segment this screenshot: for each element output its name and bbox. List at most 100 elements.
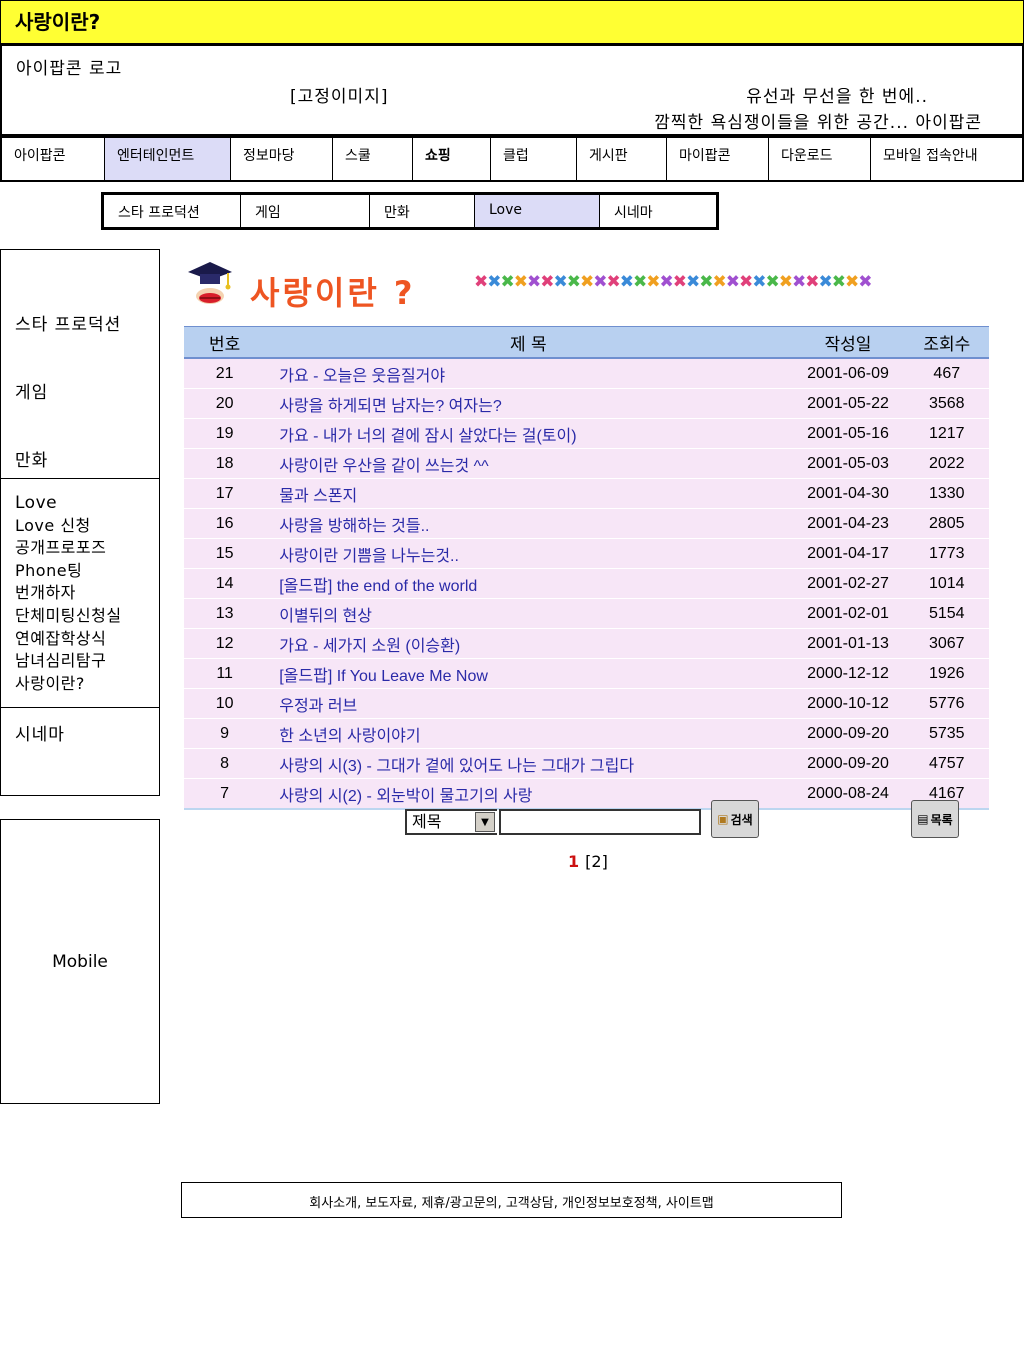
col-header-no: 번호 xyxy=(184,326,266,359)
table-row[interactable]: 19 가요 - 내가 너의 곁에 잠시 살았다는 걸(토이) 2001-05-16 1… xyxy=(184,418,989,449)
row-no: 13 xyxy=(184,598,266,629)
page-link[interactable]: [2] xyxy=(585,852,608,871)
row-no: 20 xyxy=(184,388,266,419)
sidebar-love-item[interactable]: Love xyxy=(1,492,159,515)
dropdown-arrow-icon[interactable]: ▼ xyxy=(475,812,495,832)
row-subject[interactable]: 한 소년의 사랑이야기 xyxy=(265,718,792,749)
sidebar-love-item[interactable]: 단체미팅신청실 xyxy=(1,605,159,628)
nav-entertainment[interactable]: 엔터테인먼트 xyxy=(105,138,231,180)
row-subject[interactable]: 가요 - 오늘은 웃음질거야 xyxy=(265,358,792,389)
sidebar: 스타 프로덕션 게임 만화 Love Love 신청 공개프로포즈 Phone팅… xyxy=(0,249,160,796)
row-date: 2001-04-30 xyxy=(791,478,905,509)
footer-links[interactable]: 회사소개, 보도자료, 제휴/광고문의, 고객상담, 개인정보보호정책, 사이트… xyxy=(181,1182,842,1218)
row-views: 2022 xyxy=(904,448,989,479)
table-row[interactable]: 8 사랑의 시(3) - 그대가 곁에 있어도 나는 그대가 그립다 2000-09… xyxy=(184,748,989,779)
table-row[interactable]: 15 사랑이란 기쁨을 나누는것.. 2001-04-17 1773 xyxy=(184,538,989,569)
row-subject[interactable]: 사랑이란 기쁨을 나누는것.. xyxy=(265,538,792,569)
row-no: 15 xyxy=(184,538,266,569)
row-date: 2001-02-01 xyxy=(791,598,905,629)
row-subject[interactable]: 가요 - 세가지 소원 (이승환) xyxy=(265,628,792,659)
row-subject[interactable]: 사랑의 시(3) - 그대가 곁에 있어도 나는 그대가 그립다 xyxy=(265,748,792,779)
fixed-image-placeholder: [고정이미지] xyxy=(290,87,389,107)
row-views: 2805 xyxy=(904,508,989,539)
sidebar-item-game[interactable]: 게임 xyxy=(15,378,48,403)
row-date: 2001-05-16 xyxy=(791,418,905,449)
row-no: 19 xyxy=(184,418,266,449)
site-logo[interactable]: 아이팝콘 로고 xyxy=(16,54,122,79)
row-views: 1217 xyxy=(904,418,989,449)
row-date: 2000-09-20 xyxy=(791,718,905,749)
decorative-x-border: ✖✖✖✖✖✖✖✖✖✖✖✖✖✖✖✖✖✖✖✖✖✖✖✖✖✖✖✖✖✖ xyxy=(474,272,988,294)
search-button[interactable]: ▣ 검색 xyxy=(711,800,759,838)
col-header-subject: 제 목 xyxy=(265,326,792,359)
search-input[interactable] xyxy=(499,809,701,835)
subnav-love[interactable]: Love xyxy=(475,195,600,227)
sidebar-love-section: Love Love 신청 공개프로포즈 Phone팅 번개하자 단체미팅신청실 … xyxy=(1,478,159,708)
row-subject[interactable]: 이별뒤의 현상 xyxy=(265,598,792,629)
row-no: 9 xyxy=(184,718,266,749)
sidebar-love-item[interactable]: Love 신청 xyxy=(1,515,159,538)
subnav-comic[interactable]: 만화 xyxy=(370,195,475,227)
row-date: 2001-06-09 xyxy=(791,358,905,389)
table-row[interactable]: 12 가요 - 세가지 소원 (이승환) 2001-01-13 3067 xyxy=(184,628,989,659)
table-row[interactable]: 7 사랑의 시(2) - 외눈박이 물고기의 사랑 2000-08-24 4167 xyxy=(184,778,989,810)
row-subject[interactable]: [올드팝] the end of the world xyxy=(265,568,792,599)
nav-board[interactable]: 게시판 xyxy=(577,138,667,180)
row-subject[interactable]: 사랑을 하게되면 남자는? 여자는? xyxy=(265,388,792,419)
table-row[interactable]: 11 [올드팝] If You Leave Me Now 2000-12-12 192… xyxy=(184,658,989,689)
table-row[interactable]: 20 사랑을 하게되면 남자는? 여자는? 2001-05-22 3568 xyxy=(184,388,989,419)
sidebar-item-comic[interactable]: 만화 xyxy=(15,446,48,471)
nav-info[interactable]: 정보마당 xyxy=(231,138,333,180)
table-row[interactable]: 21 가요 - 오늘은 웃음질거야 2001-06-09 467 xyxy=(184,358,989,389)
mobile-box[interactable]: Mobile xyxy=(0,819,160,1104)
row-views: 1014 xyxy=(904,568,989,599)
sidebar-love-item[interactable]: 번개하자 xyxy=(1,582,159,605)
row-subject[interactable]: [올드팝] If You Leave Me Now xyxy=(265,658,792,689)
nav-ipopcorn[interactable]: 아이팝콘 xyxy=(2,138,105,180)
subnav-game[interactable]: 게임 xyxy=(241,195,370,227)
mobile-label: Mobile xyxy=(52,951,108,972)
row-subject[interactable]: 사랑이란 우산을 같이 쓰는것 ^^ xyxy=(265,448,792,479)
row-date: 2001-01-13 xyxy=(791,628,905,659)
sidebar-item-cinema[interactable]: 시네마 xyxy=(15,720,65,745)
row-views: 5776 xyxy=(904,688,989,719)
sidebar-love-item[interactable]: 연예잡학상식 xyxy=(1,628,159,651)
row-views: 5735 xyxy=(904,718,989,749)
row-no: 14 xyxy=(184,568,266,599)
row-views: 467 xyxy=(904,358,989,389)
nav-school[interactable]: 스쿨 xyxy=(333,138,413,180)
table-row[interactable]: 18 사랑이란 우산을 같이 쓰는것 ^^ 2001-05-03 2022 xyxy=(184,448,989,479)
nav-mypopcorn[interactable]: 마이팝콘 xyxy=(667,138,769,180)
row-subject[interactable]: 가요 - 내가 너의 곁에 잠시 살았다는 걸(토이) xyxy=(265,418,792,449)
board-table: 번호 제 목 작성일 조회수 21 가요 - 오늘은 웃음질거야 2001-06-0… xyxy=(184,326,989,810)
table-header-row: 번호 제 목 작성일 조회수 xyxy=(184,326,989,359)
row-no: 7 xyxy=(184,778,266,810)
row-subject[interactable]: 물과 스폰지 xyxy=(265,478,792,509)
page-title-bar: 사랑이란? xyxy=(0,0,1024,44)
nav-mobile-guide[interactable]: 모바일 접속안내 xyxy=(871,138,1022,180)
subnav-cinema[interactable]: 시네마 xyxy=(600,195,716,227)
table-row[interactable]: 13 이별뒤의 현상 2001-02-01 5154 xyxy=(184,598,989,629)
table-row[interactable]: 16 사랑을 방해하는 것들.. 2001-04-23 2805 xyxy=(184,508,989,539)
nav-club[interactable]: 클럽 xyxy=(491,138,577,180)
row-no: 8 xyxy=(184,748,266,779)
sidebar-love-item[interactable]: Phone팅 xyxy=(1,560,159,583)
table-row[interactable]: 17 물과 스폰지 2001-04-30 1330 xyxy=(184,478,989,509)
list-button[interactable]: ▤ 목록 xyxy=(911,800,959,838)
row-views: 5154 xyxy=(904,598,989,629)
sidebar-love-item[interactable]: 남녀심리탐구 xyxy=(1,650,159,673)
subnav-star-production[interactable]: 스타 프로덕션 xyxy=(104,195,241,227)
sidebar-item-star-production[interactable]: 스타 프로덕션 xyxy=(15,310,121,335)
row-subject[interactable]: 우정과 러브 xyxy=(265,688,792,719)
row-subject[interactable]: 사랑을 방해하는 것들.. xyxy=(265,508,792,539)
page-title: 사랑이란? xyxy=(15,10,101,34)
col-header-date: 작성일 xyxy=(791,326,905,359)
table-row[interactable]: 10 우정과 러브 2000-10-12 5776 xyxy=(184,688,989,719)
sidebar-love-item[interactable]: 사랑이란? xyxy=(1,673,159,696)
table-row[interactable]: 14 [올드팝] the end of the world 2001-02-27 10… xyxy=(184,568,989,599)
slogan-line-2: 깜찍한 욕심쟁이들을 위한 공간... 아이팝콘 xyxy=(654,113,982,133)
nav-shopping[interactable]: 쇼핑 xyxy=(413,138,491,180)
nav-download[interactable]: 다운로드 xyxy=(769,138,871,180)
sidebar-love-item[interactable]: 공개프로포즈 xyxy=(1,537,159,560)
table-row[interactable]: 9한 소년의 사랑이야기 2000-09-20 5735 xyxy=(184,718,989,749)
